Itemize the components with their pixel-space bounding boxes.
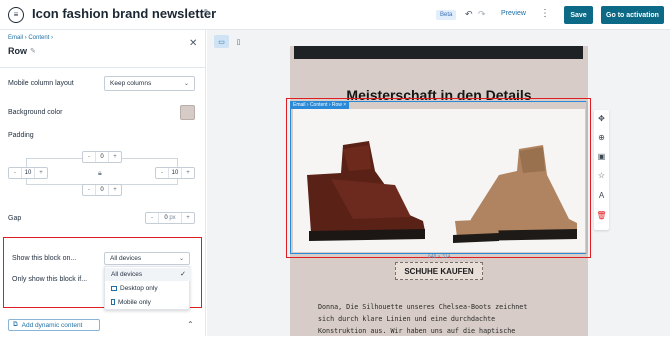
boot-illustration [453,145,577,243]
decrement-icon[interactable]: - [83,187,95,193]
edit-title-pencil-icon[interactable]: ✎ [203,8,211,19]
gap-value[interactable]: 0 px [158,213,182,223]
panel-title: Row [8,46,27,56]
beta-badge: Beta [436,10,457,20]
mobile-layout-label: Mobile column layout [8,80,74,87]
chevron-down-icon: ⌄ [178,256,184,262]
rename-pencil-icon[interactable]: ✎ [30,47,36,55]
mobile-icon [111,299,115,306]
show-block-label: Show this block on... [12,255,77,262]
favorite-icon[interactable]: ☆ [594,171,609,180]
gap-label: Gap [8,215,22,222]
select-parent-icon[interactable]: ▣ [594,152,609,161]
chevron-up-icon[interactable]: ⌃ [187,320,194,329]
close-icon[interactable]: ✕ [189,38,197,49]
duplicate-icon[interactable]: ⊕ [594,133,609,142]
desktop-icon [111,285,117,291]
device-preview-toggle: ▭ ▯ [214,35,246,48]
brown-boot-image[interactable] [293,109,439,252]
background-color-label: Background color [8,109,63,116]
block-toolbar: ✥ ⊕ ▣ ☆ A 🗑︎ [594,110,609,230]
padding-left-value[interactable]: 10 [21,168,35,178]
top-bar: ≡ Icon fashion brand newsletter ✎ Beta ↶… [0,0,670,30]
only-show-label: Only show this block if... [12,276,88,283]
device-dropdown-list: All devices ✓ Desktop only Mobile only [104,266,191,310]
dynamic-content-icon: ⧉ [13,321,18,328]
row-breadcrumb-tag[interactable]: Email › Content › Row × [290,101,350,109]
padding-right-value[interactable]: 10 [168,168,182,178]
more-options-icon[interactable]: ⋮ [540,8,550,19]
row-dimensions: 648 × 314 [428,254,451,260]
background-color-swatch[interactable] [180,105,195,120]
menu-icon[interactable]: ≡ [8,7,24,23]
decrement-icon[interactable]: - [9,170,21,176]
padding-right-stepper[interactable]: - 10 + [155,167,195,179]
option-all-devices[interactable]: All devices ✓ [105,268,191,281]
decrement-icon[interactable]: - [146,215,158,221]
breadcrumb[interactable]: Email › Content › [8,35,53,41]
tan-boot-image[interactable] [439,109,585,252]
gap-unit: px [169,215,176,221]
translate-icon[interactable]: A [594,191,609,200]
email-header-bar[interactable] [294,46,583,59]
show-block-value: All devices [110,255,142,262]
newsletter-title: Icon fashion brand newsletter [32,6,217,21]
padding-label: Padding [8,132,34,139]
checkmark-icon: ✓ [180,271,186,278]
shop-shoes-button[interactable]: SCHUHE KAUFEN [395,262,483,280]
chevron-down-icon: ⌄ [183,81,189,87]
increment-icon[interactable]: + [182,215,194,221]
mobile-layout-value: Keep columns [110,80,152,87]
padding-top-value[interactable]: 0 [95,152,109,162]
lock-icon[interactable]: 🔒︎ [98,170,102,178]
gap-stepper[interactable]: - 0 px + [145,212,195,224]
desktop-preview-icon[interactable]: ▭ [214,35,229,48]
row-resize-handle[interactable] [586,101,588,254]
mobile-preview-icon[interactable]: ▯ [231,35,246,48]
save-button[interactable]: Save [564,6,593,24]
padding-top-stepper[interactable]: - 0 + [82,151,122,163]
boot-illustration [307,141,425,241]
add-dynamic-content-button[interactable]: ⧉ Add dynamic content [8,319,100,331]
email-body-text[interactable]: Donna, Die Silhouette unseres Chelsea-Bo… [318,301,554,337]
option-mobile-only[interactable]: Mobile only [105,296,191,309]
go-to-activation-button[interactable]: Go to activation [601,6,664,24]
option-desktop-only[interactable]: Desktop only [105,282,191,295]
increment-icon[interactable]: + [182,170,194,176]
increment-icon[interactable]: + [109,187,121,193]
decrement-icon[interactable]: - [156,170,168,176]
mobile-layout-select[interactable]: Keep columns ⌄ [104,76,195,91]
delete-icon[interactable]: 🗑︎ [594,211,609,220]
decrement-icon[interactable]: - [83,154,95,160]
increment-icon[interactable]: + [109,154,121,160]
panel-divider [0,67,206,68]
show-block-select[interactable]: All devices ⌄ [104,252,190,265]
increment-icon[interactable]: + [35,170,47,176]
padding-bottom-stepper[interactable]: - 0 + [82,184,122,196]
move-icon[interactable]: ✥ [594,114,609,123]
padding-bottom-value[interactable]: 0 [95,185,109,195]
padding-left-stepper[interactable]: - 10 + [8,167,48,179]
redo-icon[interactable]: ↷ [478,9,486,20]
undo-icon[interactable]: ↶ [465,9,473,20]
preview-button[interactable]: Preview [501,10,526,17]
